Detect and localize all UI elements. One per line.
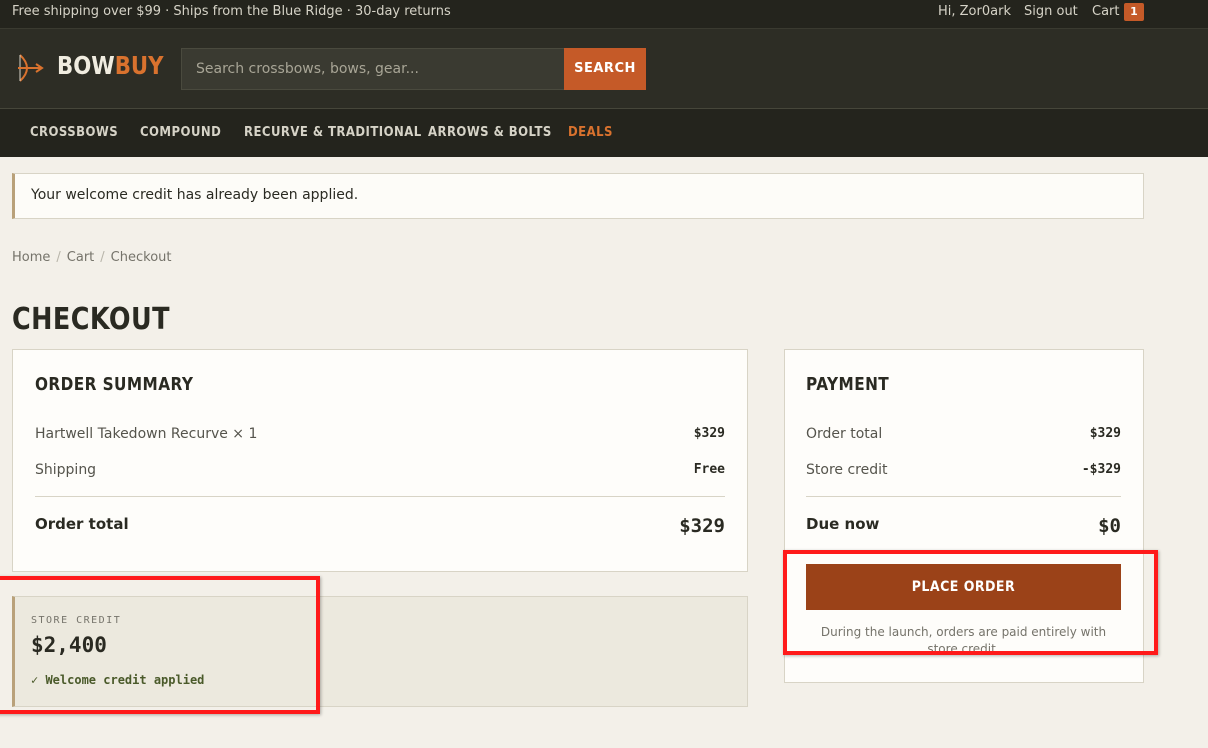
item-price: $329 xyxy=(693,426,725,441)
due-now-label: Due now xyxy=(806,515,880,533)
store-credit-row-value: -$329 xyxy=(1081,462,1121,477)
user-greeting: Hi, Zor0ark xyxy=(938,4,1011,19)
nav-item-recurve-traditional[interactable]: RECURVE & TRADITIONAL xyxy=(244,125,422,140)
sign-out-link[interactable]: Sign out xyxy=(1024,4,1078,19)
breadcrumb-home[interactable]: Home xyxy=(12,250,50,265)
cart-count-badge[interactable]: 1 xyxy=(1124,3,1144,21)
nav-item-deals[interactable]: DEALS xyxy=(568,125,613,140)
logo-wordmark[interactable]: BOWBUY xyxy=(57,51,164,80)
bow-arrow-logo-icon[interactable] xyxy=(16,53,44,83)
breadcrumb-checkout: Checkout xyxy=(110,250,172,265)
cart-link[interactable]: Cart xyxy=(1092,4,1120,19)
item-name: Hartwell Takedown Recurve × 1 xyxy=(35,426,258,442)
payment-title: PAYMENT xyxy=(806,374,890,395)
nav-item-crossbows[interactable]: CROSSBOWS xyxy=(30,125,118,140)
site-header: BOWBUY Search crossbows, bows, gear... S… xyxy=(0,29,1208,109)
highlight-box-store-credit xyxy=(0,576,320,714)
logo-bow-text: BOW xyxy=(57,51,115,80)
payment-order-total-value: $329 xyxy=(1089,426,1121,441)
order-summary-card: ORDER SUMMARY Hartwell Takedown Recurve … xyxy=(12,349,748,572)
top-bar: Free shipping over $99 · Ships from the … xyxy=(0,0,1208,29)
shipping-value: Free xyxy=(693,462,725,477)
highlight-box-place-order xyxy=(783,550,1158,655)
divider xyxy=(806,496,1121,497)
due-now-value: $0 xyxy=(1098,515,1121,537)
page-title: CHECKOUT xyxy=(12,302,170,337)
logo-buy-text: BUY xyxy=(114,51,164,80)
category-nav: CROSSBOWS COMPOUND RECURVE & TRADITIONAL… xyxy=(0,109,1208,157)
order-total-label: Order total xyxy=(35,515,129,533)
breadcrumb-separator: / xyxy=(56,250,61,265)
divider xyxy=(35,496,725,497)
welcome-credit-notice: Your welcome credit has already been app… xyxy=(12,173,1144,219)
nav-item-compound[interactable]: COMPOUND xyxy=(140,125,221,140)
shipping-label: Shipping xyxy=(35,462,97,478)
search-input[interactable]: Search crossbows, bows, gear... xyxy=(181,48,565,90)
store-credit-row-label: Store credit xyxy=(806,462,888,478)
payment-order-total-label: Order total xyxy=(806,426,883,442)
breadcrumb-separator: / xyxy=(100,250,105,265)
promo-text: Free shipping over $99 · Ships from the … xyxy=(12,4,451,19)
search-button[interactable]: SEARCH xyxy=(564,48,646,90)
nav-item-arrows-bolts[interactable]: ARROWS & BOLTS xyxy=(428,125,552,140)
order-summary-title: ORDER SUMMARY xyxy=(35,374,194,395)
breadcrumb: Home / Cart / Checkout xyxy=(12,250,172,265)
breadcrumb-cart[interactable]: Cart xyxy=(67,250,95,265)
order-total-value: $329 xyxy=(679,515,725,537)
